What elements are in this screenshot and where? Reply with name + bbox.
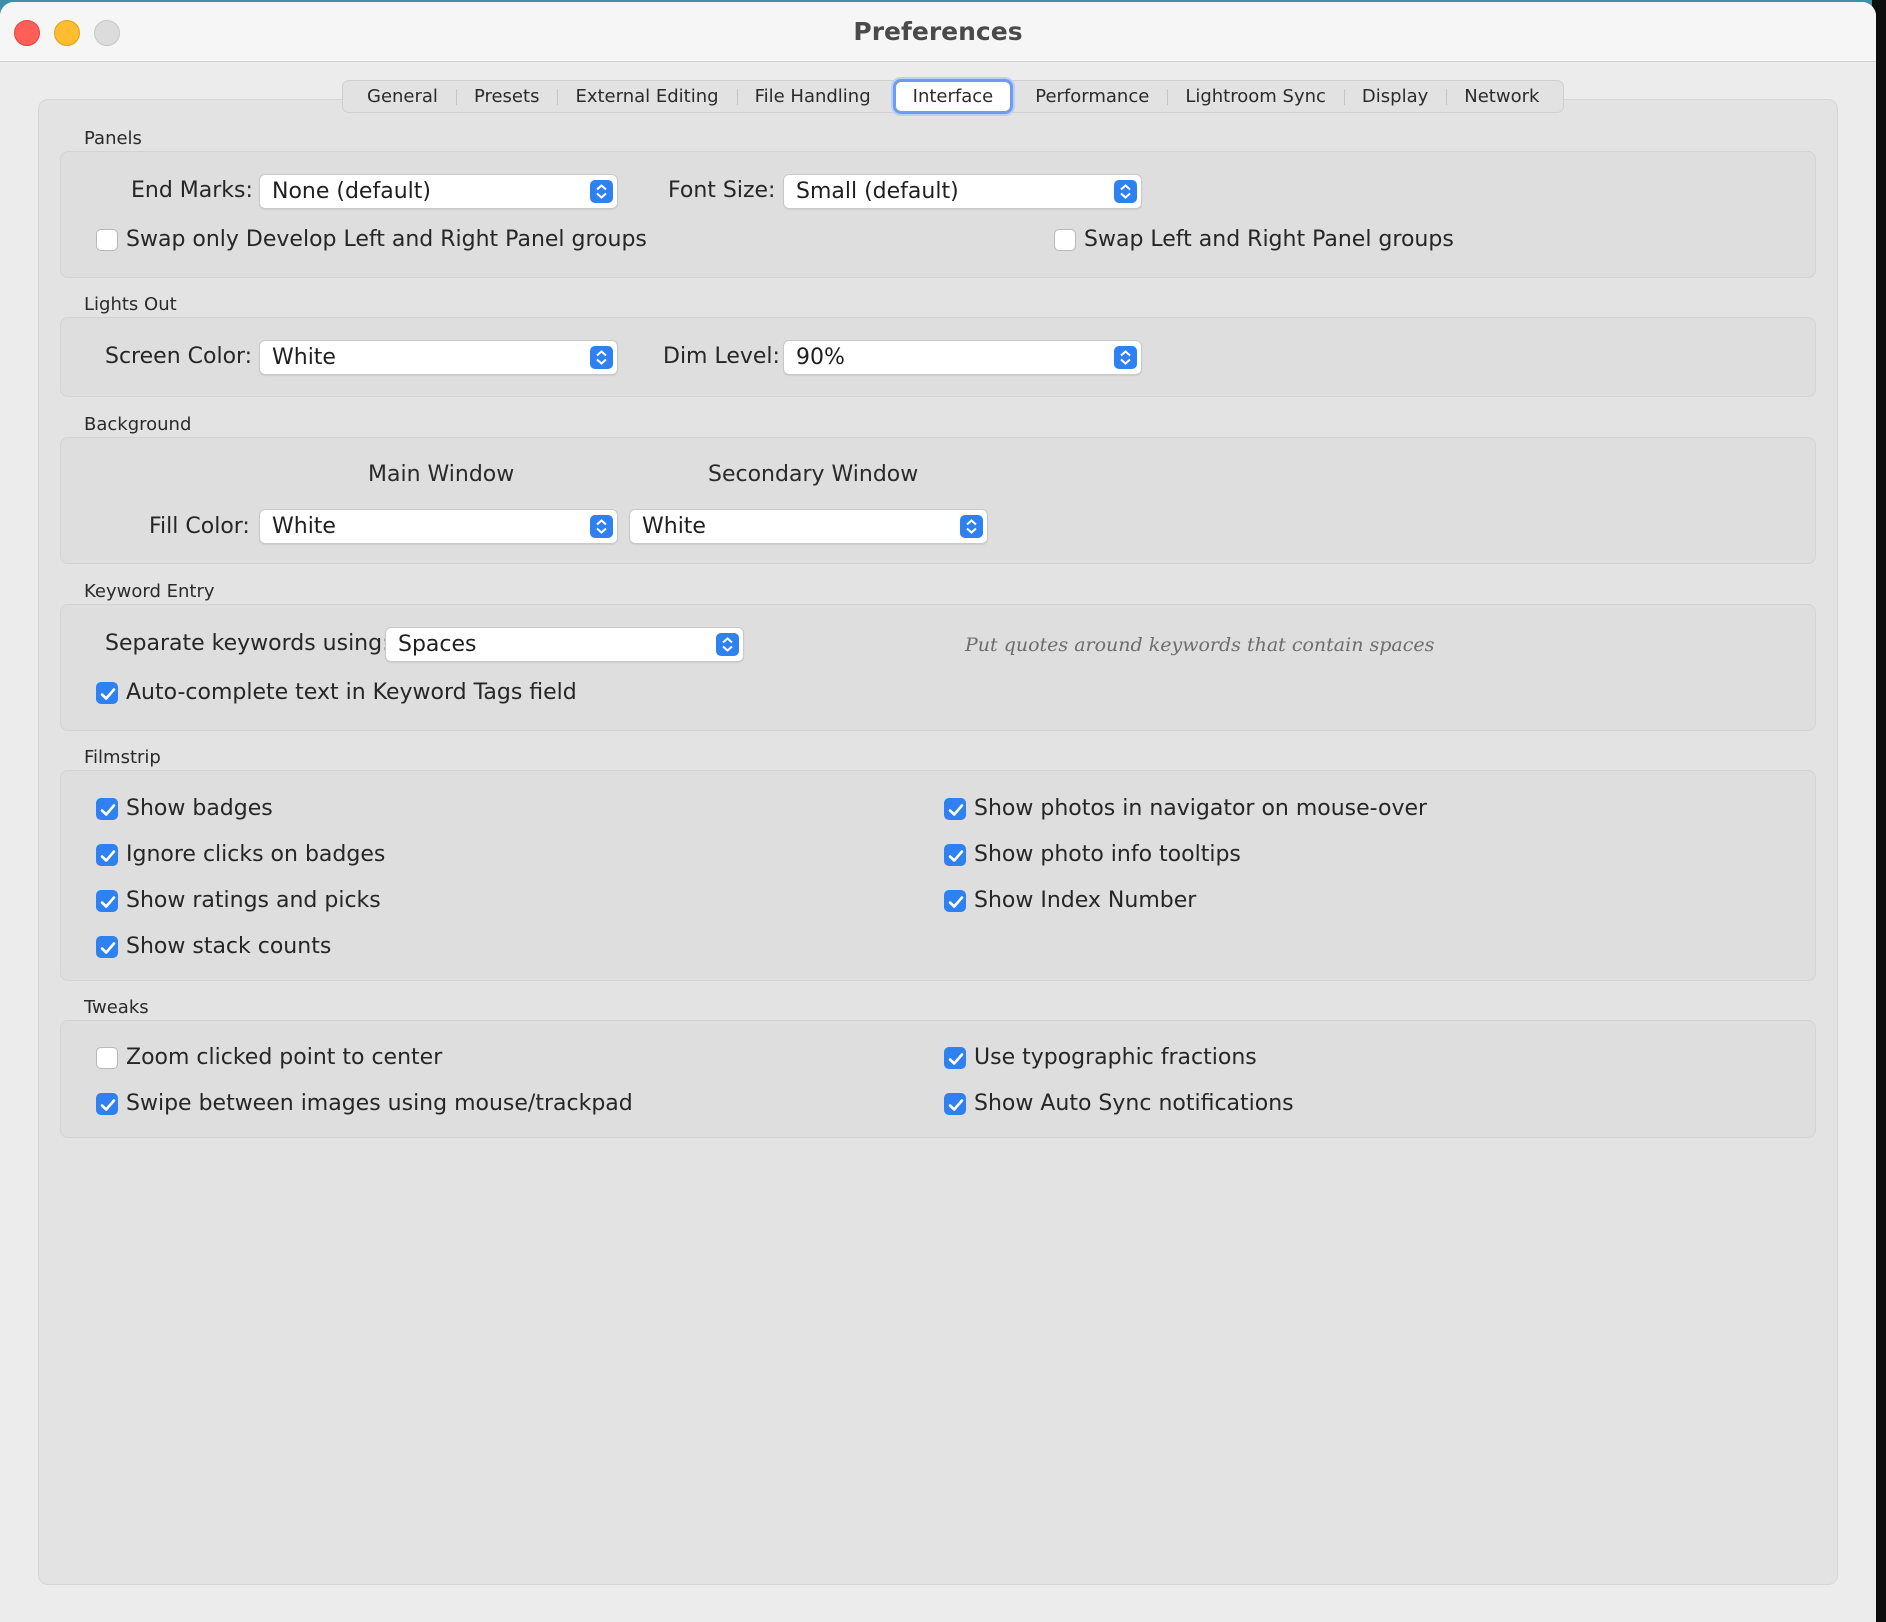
- section-title-tweaks: Tweaks: [84, 997, 149, 1018]
- auto-sync-notifications-checkbox[interactable]: Show Auto Sync notifications: [944, 1091, 1294, 1116]
- checkbox-label: Show Auto Sync notifications: [974, 1091, 1294, 1116]
- checkbox-checked-icon: [944, 797, 966, 820]
- popup-stepper-icon: [590, 346, 613, 369]
- checkbox-checked-icon: [96, 889, 118, 912]
- end-marks-value: None (default): [272, 179, 431, 204]
- preferences-window: Preferences Panels End Marks: None (defa…: [0, 2, 1876, 1622]
- font-size-value: Small (default): [796, 179, 959, 204]
- section-title-keyword-entry: Keyword Entry: [84, 581, 215, 602]
- checkbox-checked-icon: [96, 1092, 118, 1115]
- checkbox-checked-icon: [96, 843, 118, 866]
- main-window-header: Main Window: [368, 462, 515, 487]
- tab-general[interactable]: General: [349, 81, 456, 112]
- show-badges-checkbox[interactable]: Show badges: [96, 796, 273, 821]
- end-marks-popup[interactable]: None (default): [259, 174, 618, 209]
- panels-group: End Marks: None (default) Font Size: Sma…: [60, 151, 1816, 278]
- checkbox-unchecked-icon: [1054, 228, 1076, 251]
- swipe-images-checkbox[interactable]: Swipe between images using mouse/trackpa…: [96, 1091, 633, 1116]
- separate-keywords-popup[interactable]: Spaces: [385, 627, 744, 662]
- section-title-lights-out: Lights Out: [84, 294, 177, 315]
- ignore-badge-clicks-checkbox[interactable]: Ignore clicks on badges: [96, 842, 385, 867]
- tab-display[interactable]: Display: [1343, 81, 1446, 112]
- window-title: Preferences: [853, 17, 1023, 46]
- font-size-label: Font Size:: [668, 178, 776, 203]
- show-ratings-checkbox[interactable]: Show ratings and picks: [96, 888, 381, 913]
- tab-external-editing[interactable]: External Editing: [557, 81, 736, 112]
- main-fill-color-popup[interactable]: White: [259, 509, 618, 544]
- checkbox-checked-icon: [944, 843, 966, 866]
- checkbox-label: Show photos in navigator on mouse-over: [974, 796, 1428, 821]
- keyword-entry-group: Separate keywords using: Spaces Put quot…: [60, 604, 1816, 731]
- title-bar: Preferences: [0, 2, 1876, 62]
- typographic-fractions-checkbox[interactable]: Use typographic fractions: [944, 1045, 1257, 1070]
- show-stack-counts-checkbox[interactable]: Show stack counts: [96, 934, 331, 959]
- popup-stepper-icon: [590, 515, 613, 538]
- tab-interface[interactable]: Interface: [892, 79, 1014, 114]
- main-fill-color-value: White: [272, 514, 336, 539]
- tab-network[interactable]: Network: [1446, 81, 1557, 112]
- secondary-fill-color-value: White: [642, 514, 706, 539]
- checkbox-label: Show ratings and picks: [126, 888, 381, 913]
- checkbox-unchecked-icon: [96, 1046, 118, 1069]
- popup-stepper-icon: [1114, 180, 1137, 203]
- swap-develop-panels-checkbox[interactable]: Swap only Develop Left and Right Panel g…: [96, 227, 647, 252]
- tab-presets[interactable]: Presets: [455, 81, 558, 112]
- keyword-hint-text: Put quotes around keywords that contain …: [965, 634, 1435, 656]
- screen-color-value: White: [272, 345, 336, 370]
- lights-out-group: Screen Color: White Dim Level: 90%: [60, 317, 1816, 397]
- popup-stepper-icon: [590, 180, 613, 203]
- show-tooltips-checkbox[interactable]: Show photo info tooltips: [944, 842, 1241, 867]
- checkbox-label: Swipe between images using mouse/trackpa…: [126, 1091, 633, 1116]
- preferences-tab-bar: General Presets External Editing File Ha…: [342, 79, 1565, 114]
- checkbox-checked-icon: [944, 1046, 966, 1069]
- secondary-window-header: Secondary Window: [708, 462, 919, 487]
- checkbox-label: Zoom clicked point to center: [126, 1045, 443, 1070]
- checkbox-label: Auto-complete text in Keyword Tags field: [126, 680, 577, 705]
- font-size-popup[interactable]: Small (default): [783, 174, 1142, 209]
- section-title-background: Background: [84, 414, 192, 435]
- checkbox-label: Swap Left and Right Panel groups: [1084, 227, 1454, 252]
- checkbox-checked-icon: [944, 1092, 966, 1115]
- tab-lightroom-sync[interactable]: Lightroom Sync: [1167, 81, 1344, 112]
- tweaks-group: Zoom clicked point to center Swipe betwe…: [60, 1020, 1816, 1138]
- autocomplete-keywords-checkbox[interactable]: Auto-complete text in Keyword Tags field: [96, 680, 577, 705]
- section-title-panels: Panels: [84, 128, 142, 149]
- tab-file-handling[interactable]: File Handling: [736, 81, 889, 112]
- checkbox-label: Use typographic fractions: [974, 1045, 1257, 1070]
- checkbox-label: Ignore clicks on badges: [126, 842, 386, 867]
- dim-level-label: Dim Level:: [663, 344, 780, 369]
- screen-color-popup[interactable]: White: [259, 340, 618, 375]
- end-marks-label: End Marks:: [131, 178, 253, 203]
- dim-level-value: 90%: [796, 345, 845, 370]
- filmstrip-group: Show badges Ignore clicks on badges Show…: [60, 770, 1816, 981]
- checkbox-unchecked-icon: [96, 228, 118, 251]
- section-title-filmstrip: Filmstrip: [84, 747, 161, 768]
- separate-keywords-value: Spaces: [398, 632, 477, 657]
- popup-stepper-icon: [1114, 346, 1137, 369]
- screen-color-label: Screen Color:: [105, 344, 253, 369]
- separate-keywords-label: Separate keywords using:: [105, 631, 390, 656]
- popup-stepper-icon: [716, 633, 739, 656]
- show-index-number-checkbox[interactable]: Show Index Number: [944, 888, 1196, 913]
- show-navigator-checkbox[interactable]: Show photos in navigator on mouse-over: [944, 796, 1427, 821]
- popup-stepper-icon: [960, 515, 983, 538]
- checkbox-label: Swap only Develop Left and Right Panel g…: [126, 227, 647, 252]
- dim-level-popup[interactable]: 90%: [783, 340, 1142, 375]
- checkbox-label: Show badges: [126, 796, 273, 821]
- checkbox-checked-icon: [944, 889, 966, 912]
- background-group: Main Window Secondary Window Fill Color:…: [60, 437, 1816, 564]
- checkbox-checked-icon: [96, 681, 118, 704]
- checkbox-checked-icon: [96, 797, 118, 820]
- zoom-clicked-point-checkbox[interactable]: Zoom clicked point to center: [96, 1045, 442, 1070]
- checkbox-label: Show photo info tooltips: [974, 842, 1241, 867]
- tab-performance[interactable]: Performance: [1017, 81, 1167, 112]
- checkbox-checked-icon: [96, 935, 118, 958]
- checkbox-label: Show Index Number: [974, 888, 1197, 913]
- fill-color-label: Fill Color:: [149, 514, 250, 539]
- preferences-content: Panels End Marks: None (default) Font Si…: [38, 99, 1838, 1585]
- swap-panels-checkbox[interactable]: Swap Left and Right Panel groups: [1054, 227, 1454, 252]
- checkbox-label: Show stack counts: [126, 934, 332, 959]
- secondary-fill-color-popup[interactable]: White: [629, 509, 988, 544]
